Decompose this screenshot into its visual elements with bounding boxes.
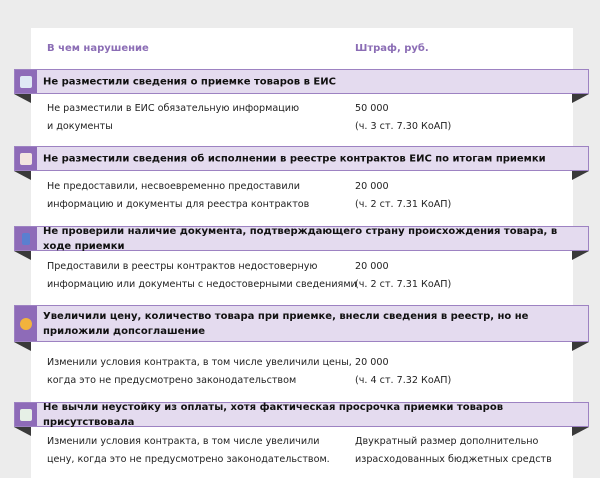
section-title: Не разместили сведения об исполнении в р… bbox=[43, 153, 546, 164]
ribbon-fold-left bbox=[14, 171, 31, 180]
fine-text: 20 000 (ч. 2 ст. 7.31 КоАП) bbox=[355, 261, 452, 290]
ribbon-fold-left bbox=[14, 251, 31, 260]
ribbon-fold-left bbox=[14, 427, 31, 436]
ruble-coin-icon bbox=[15, 306, 37, 341]
violation-text: Изменили условия контракта, в том числе … bbox=[47, 436, 330, 465]
section-banner: Не разместили сведения о приемке товаров… bbox=[14, 69, 589, 94]
section-title: Не проверили наличие документа, подтверж… bbox=[43, 225, 558, 252]
violation-text: Предоставили в реестры контрактов недост… bbox=[47, 261, 357, 290]
fine-text: 50 000 (ч. 3 ст. 7.30 КоАП) bbox=[355, 103, 452, 132]
violation-text: Не разместили в ЕИС обязательную информа… bbox=[47, 103, 300, 132]
document-chart-icon bbox=[15, 70, 37, 93]
ribbon-fold-right bbox=[572, 342, 589, 351]
column-header-violation: В чем нарушение bbox=[47, 43, 149, 54]
section-title: Не вычли неустойку из оплаты, хотя факти… bbox=[43, 401, 504, 428]
section-banner: Не разместили сведения об исполнении в р… bbox=[14, 146, 589, 171]
fine-text: 20 000 (ч. 2 ст. 7.31 КоАП) bbox=[355, 181, 452, 210]
fine-text: 20 000 (ч. 4 ст. 7.32 КоАП) bbox=[355, 357, 452, 386]
ribbon-fold-right bbox=[572, 94, 589, 103]
section-title: Увеличили цену, количество товара при пр… bbox=[43, 310, 529, 337]
section-title: Не разместили сведения о приемке товаров… bbox=[43, 76, 336, 87]
violation-text: Не предоставили, несвоевременно предоста… bbox=[47, 181, 310, 210]
document-list-icon bbox=[15, 147, 37, 170]
column-header-fine: Штраф, руб. bbox=[355, 43, 429, 54]
section-banner: Увеличили цену, количество товара при пр… bbox=[14, 305, 589, 342]
violation-text: Изменили условия контракта, в том числе … bbox=[47, 357, 352, 386]
ribbon-fold-right bbox=[572, 171, 589, 180]
ribbon-fold-right bbox=[572, 427, 589, 436]
ribbon-fold-right bbox=[572, 251, 589, 260]
section-banner: Не вычли неустойку из оплаты, хотя факти… bbox=[14, 401, 589, 428]
checklist-pen-icon bbox=[15, 403, 37, 426]
ribbon-fold-left bbox=[14, 94, 31, 103]
section-banner: Не проверили наличие документа, подтверж… bbox=[14, 225, 589, 252]
fine-text: Двукратный размер дополнительно израсход… bbox=[355, 436, 552, 465]
phone-icon bbox=[15, 227, 37, 250]
ribbon-fold-left bbox=[14, 342, 31, 351]
